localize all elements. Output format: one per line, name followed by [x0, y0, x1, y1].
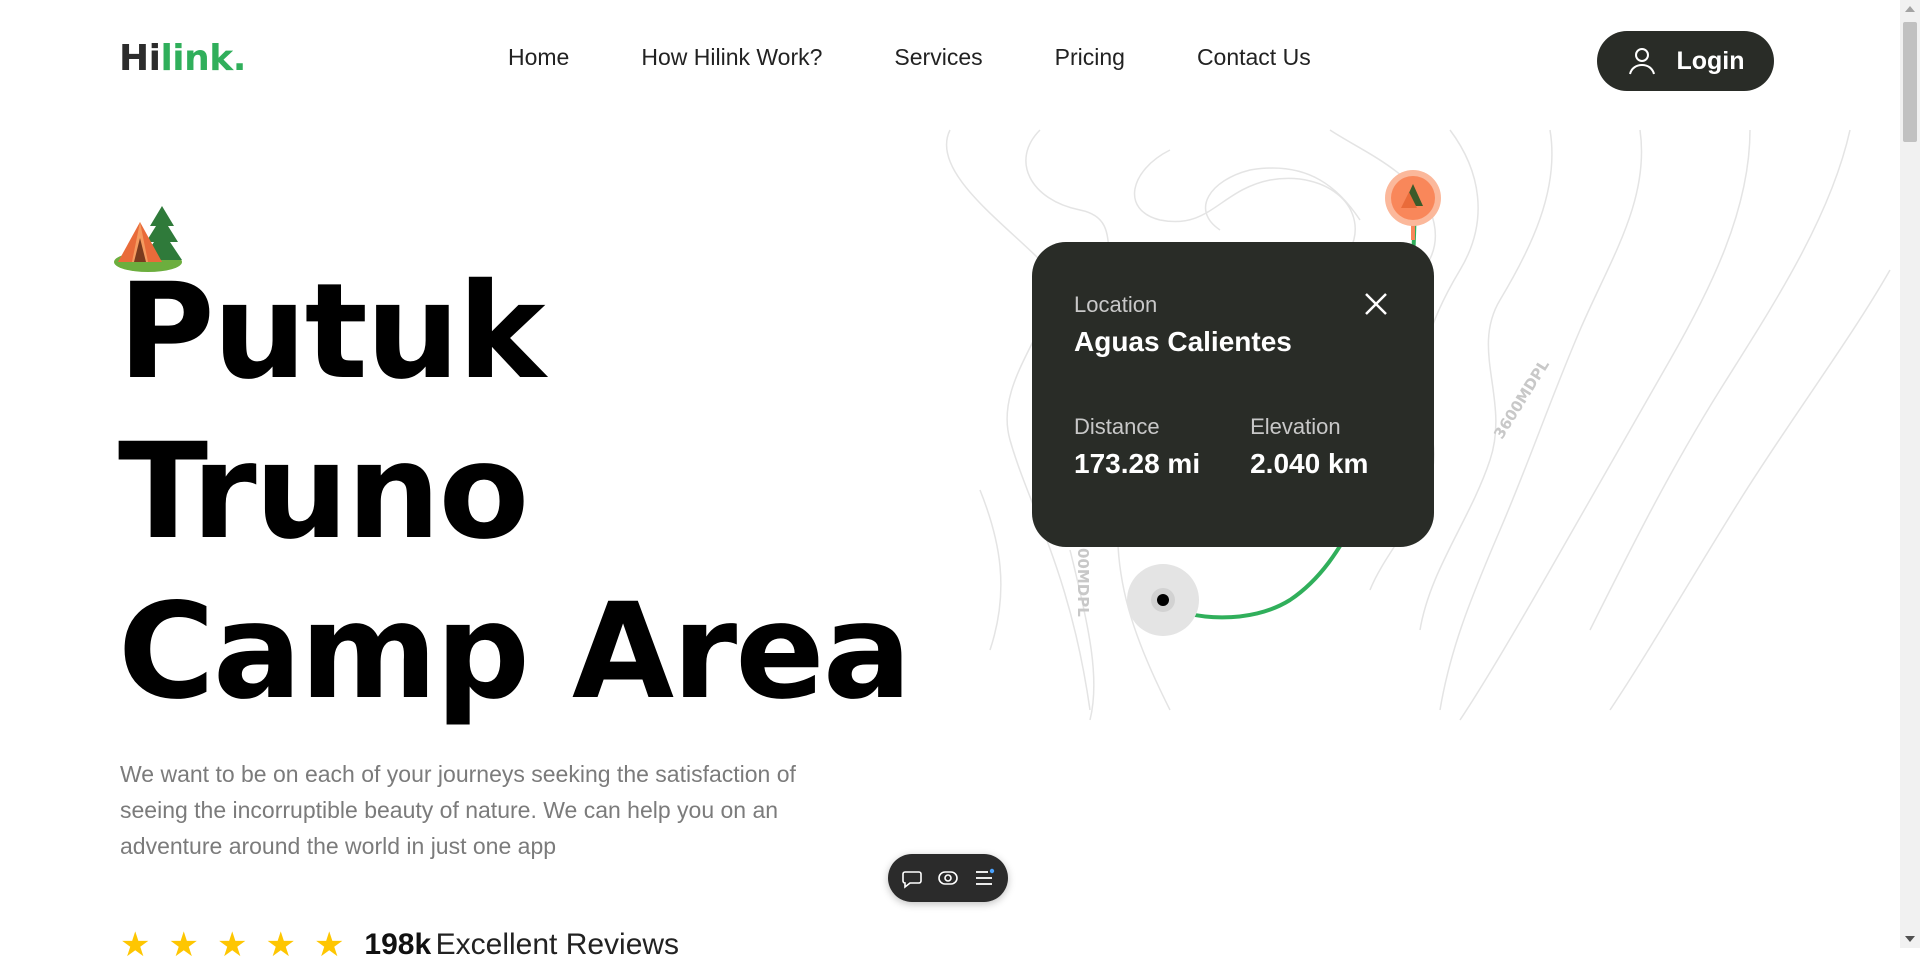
scroll-up-arrow-icon[interactable]	[1905, 6, 1915, 12]
reviews-label: Excellent Reviews	[435, 928, 680, 961]
login-button[interactable]: Login	[1597, 31, 1774, 91]
nav-contact-us[interactable]: Contact Us	[1197, 44, 1311, 71]
nav-services[interactable]: Services	[894, 44, 982, 71]
hero-title-line-2: Truno	[118, 415, 529, 569]
close-icon[interactable]	[1362, 290, 1390, 318]
location-value: Aguas Calientes	[1074, 326, 1292, 357]
hero-title-line-3: Camp Area	[118, 575, 912, 729]
nav-home[interactable]: Home	[508, 44, 569, 71]
logo-part-hi: Hi	[119, 38, 161, 79]
elevation-stat: Elevation 2.040 km	[1250, 414, 1368, 480]
nav-how-hilink-work[interactable]: How Hilink Work?	[641, 44, 822, 71]
user-icon	[1629, 48, 1656, 75]
elevation-value: 2.040 km	[1250, 448, 1369, 479]
distance-value: 173.28 mi	[1074, 448, 1201, 479]
reviews-row: ★ ★ ★ ★ ★ 198k Excellent Reviews	[120, 928, 679, 962]
menu-list-icon[interactable]	[973, 867, 995, 889]
page-scrollbar[interactable]	[1900, 0, 1920, 948]
reviews-count: 198k	[364, 928, 432, 961]
star-icon: ★	[265, 926, 296, 964]
star-icon: ★	[313, 926, 345, 964]
floating-toolbar	[888, 854, 1008, 902]
hero-description: We want to be on each of your journeys s…	[120, 761, 796, 859]
location-card: Location Aguas Calientes Distance 173.28…	[1032, 242, 1434, 547]
distance-stat: Distance 173.28 mi	[1074, 414, 1200, 480]
elevation-label: Elevation	[1250, 414, 1341, 439]
main-nav: Home How Hilink Work? Services Pricing C…	[508, 44, 1311, 71]
logo[interactable]: Hilink.	[119, 38, 246, 79]
hero-title: Putuk Truno Camp Area	[118, 252, 912, 732]
location-stats: Distance 173.28 mi Elevation 2.040 km	[1074, 414, 1392, 480]
scrollbar-thumb[interactable]	[1903, 22, 1917, 142]
location-label: Location	[1074, 292, 1158, 317]
contour-label-3600: 3600MDPL	[1490, 356, 1553, 442]
star-icon: ★	[216, 926, 248, 964]
map-pin-camp-icon[interactable]	[1383, 170, 1443, 240]
scroll-down-arrow-icon[interactable]	[1905, 936, 1915, 942]
chat-bubble-icon[interactable]	[901, 867, 923, 889]
eye-icon[interactable]	[937, 867, 959, 889]
contour-label-00: 00MDPL	[1074, 548, 1092, 617]
map-start-point-icon[interactable]	[1127, 564, 1199, 636]
nav-pricing[interactable]: Pricing	[1055, 44, 1125, 71]
rating-stars: ★ ★ ★ ★ ★	[120, 928, 344, 962]
distance-label: Distance	[1074, 414, 1160, 439]
login-label: Login	[1676, 46, 1745, 75]
hero-title-line-1: Putuk	[118, 255, 546, 409]
star-icon: ★	[120, 926, 151, 964]
star-icon: ★	[168, 926, 199, 964]
logo-part-link: link.	[160, 38, 246, 79]
